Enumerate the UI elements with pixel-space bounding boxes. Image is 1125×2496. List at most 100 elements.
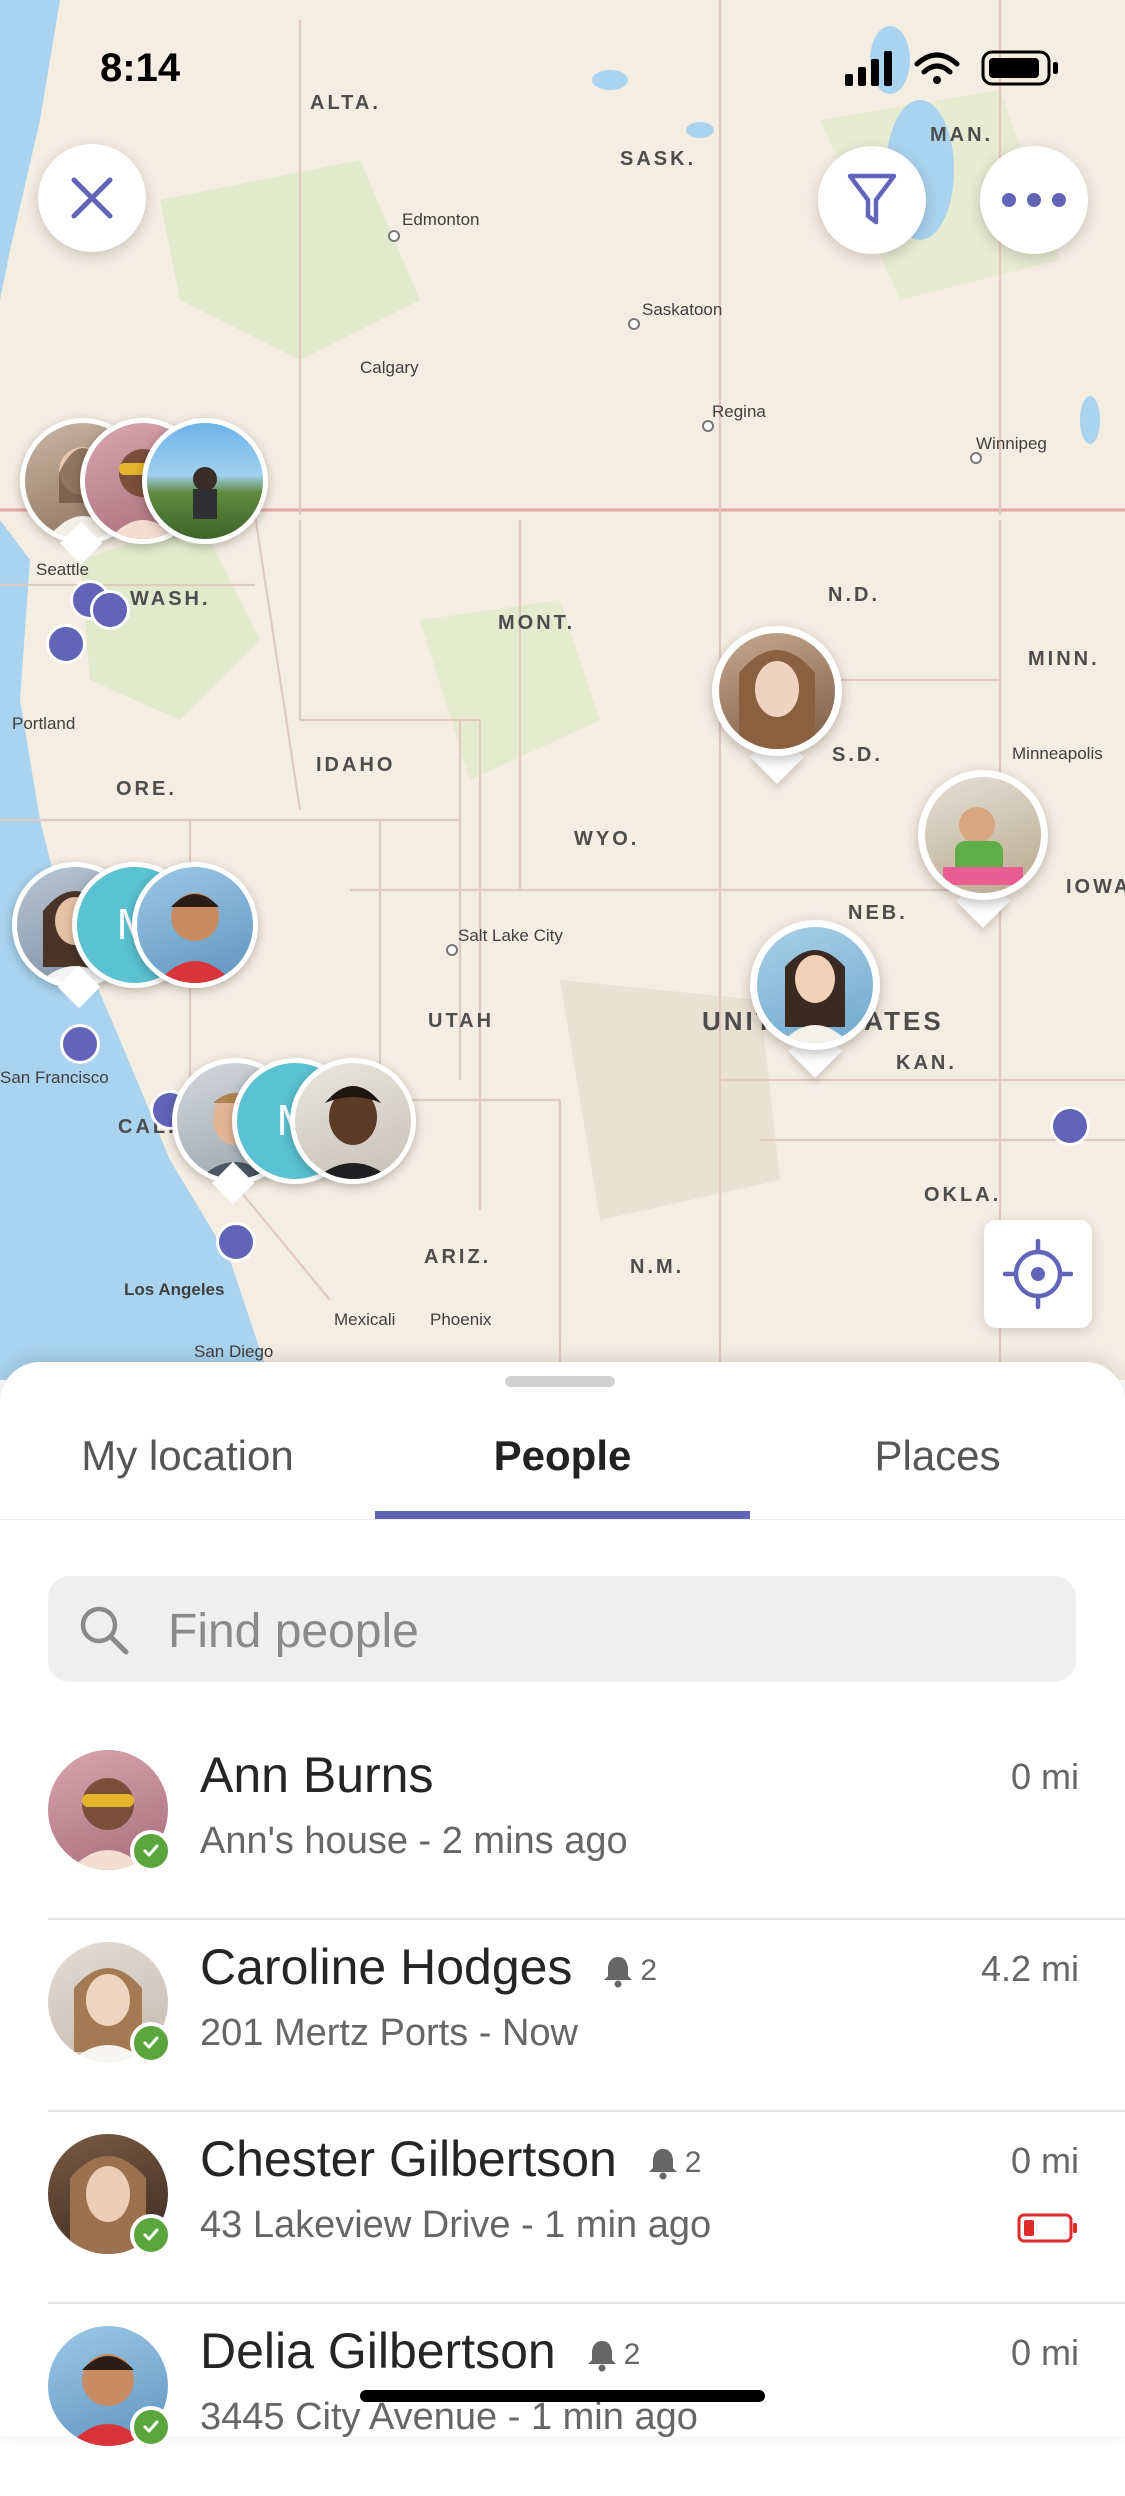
person-distance: 0 mi	[1010, 1756, 1079, 1797]
map-view[interactable]: ALTA. SASK. MAN. WASH. MONT. N.D. MINN. …	[0, 0, 1125, 1380]
sheet-grabber[interactable]	[505, 1376, 615, 1387]
search-placeholder: Find people	[168, 1605, 419, 1658]
location-dot[interactable]	[60, 1024, 100, 1064]
region-label: OKLA.	[924, 1184, 1002, 1206]
region-label: UTAH	[428, 1010, 495, 1032]
status-icons	[845, 50, 1058, 86]
avatar	[719, 633, 835, 749]
city-label: Mexicali	[334, 1310, 396, 1329]
battery-icon	[981, 50, 1058, 86]
locate-icon	[1003, 1239, 1073, 1309]
region-label: ALTA.	[310, 92, 381, 114]
region-label: MAN.	[930, 124, 994, 146]
city-label: Los Angeles	[124, 1280, 225, 1299]
person-name: Ann Burns	[200, 1747, 434, 1803]
alerts-badge: 2	[602, 1954, 657, 1988]
region-label: WYO.	[574, 828, 640, 850]
city-label: Saskatoon	[642, 300, 723, 319]
location-cluster-ca-north[interactable]: M	[12, 862, 272, 1012]
person-pin[interactable]	[712, 626, 842, 784]
avatar	[142, 418, 268, 544]
city-label: Winnipeg	[976, 434, 1047, 453]
location-dot[interactable]	[46, 624, 86, 664]
avatar	[132, 862, 258, 988]
tab-bar: My location People Places	[0, 1432, 1125, 1512]
region-label: ORE.	[116, 778, 177, 800]
available-status-icon	[130, 2406, 172, 2448]
close-button[interactable]	[38, 144, 146, 252]
city-label: Salt Lake City	[458, 926, 563, 945]
person-location-time: 43 Lakeview Drive - 1 min ago	[200, 2204, 712, 2246]
city-marker	[388, 230, 400, 242]
region-label: N.D.	[828, 584, 880, 606]
alerts-badge: 2	[647, 2146, 701, 2180]
bell-icon	[587, 2340, 616, 2372]
person-pin[interactable]	[750, 920, 880, 1078]
filter-icon	[847, 173, 897, 225]
locate-me-button[interactable]	[984, 1220, 1092, 1328]
person-row[interactable]: Ann Burns Ann's house - 2 mins ago 0 mi	[0, 1728, 1125, 1920]
signal-icon	[845, 51, 892, 86]
region-label: KAN.	[896, 1052, 957, 1074]
city-label: Calgary	[360, 358, 419, 377]
bell-icon	[648, 2148, 677, 2180]
active-tab-indicator	[375, 1511, 750, 1519]
person-distance: 0 mi	[1010, 2332, 1079, 2373]
location-dot[interactable]	[216, 1222, 256, 1262]
low-battery-icon	[1017, 2213, 1077, 2243]
tab-my-location[interactable]: My location	[0, 1432, 375, 1480]
city-label: Phoenix	[430, 1310, 492, 1329]
city-label: Portland	[12, 714, 76, 733]
location-dot[interactable]	[90, 590, 130, 630]
region-label: N.M.	[630, 1256, 685, 1278]
available-status-icon	[130, 2022, 172, 2064]
people-sheet: My location People Places Find people An…	[0, 1362, 1125, 2448]
person-row[interactable]: Caroline Hodges 2 201 Mertz Ports - Now …	[0, 1920, 1125, 2112]
city-marker	[628, 318, 640, 330]
region-label: WASH.	[130, 588, 211, 610]
city-label: San Francisco	[0, 1068, 109, 1087]
filter-button[interactable]	[818, 146, 926, 254]
region-label: ARIZ.	[424, 1246, 492, 1268]
region-label: IDAHO	[316, 754, 396, 776]
city-marker	[446, 944, 458, 956]
map-background	[0, 0, 1125, 1380]
more-options-button[interactable]	[980, 146, 1088, 254]
person-name: Chester Gilbertson 2	[200, 2131, 702, 2187]
bell-icon	[604, 1956, 633, 1988]
city-label: San Diego	[194, 1342, 274, 1361]
divider	[0, 1519, 1125, 1520]
region-label: MINN.	[1028, 648, 1100, 670]
available-status-icon	[130, 2214, 172, 2256]
region-label: IOWA	[1066, 876, 1125, 898]
city-label: Regina	[712, 402, 766, 421]
city-label: Edmonton	[402, 210, 480, 229]
tab-people[interactable]: People	[375, 1432, 750, 1480]
person-row[interactable]: Chester Gilbertson 2 43 Lakeview Drive -…	[0, 2112, 1125, 2304]
person-pin[interactable]	[918, 770, 1048, 928]
status-time: 8:14	[100, 46, 181, 90]
region-label: MONT.	[498, 612, 576, 634]
avatar	[925, 777, 1041, 893]
person-name: Caroline Hodges 2	[200, 1939, 658, 1995]
avatar	[290, 1058, 416, 1184]
location-cluster-ca-south[interactable]: M	[172, 1058, 432, 1208]
person-location-time: Ann's house - 2 mins ago	[200, 1820, 628, 1862]
search-icon	[80, 1606, 129, 1655]
search-input[interactable]: Find people	[48, 1576, 1076, 1682]
alerts-badge: 2	[586, 2338, 640, 2372]
city-label: Minneapolis	[1012, 744, 1103, 763]
person-distance: 0 mi	[1010, 2140, 1079, 2181]
person-location-time: 3445 City Avenue - 1 min ago	[200, 2396, 698, 2438]
region-label: SASK.	[620, 148, 697, 170]
home-indicator[interactable]	[360, 2390, 765, 2402]
tab-places[interactable]: Places	[750, 1432, 1125, 1480]
person-location-time: 201 Mertz Ports - Now	[200, 2012, 578, 2054]
person-name: Delia Gilbertson 2	[200, 2323, 641, 2379]
location-dot[interactable]	[1050, 1106, 1090, 1146]
location-cluster-seattle[interactable]	[20, 418, 280, 568]
avatar	[757, 927, 873, 1043]
available-status-icon	[130, 1830, 172, 1872]
more-icon	[1002, 193, 1066, 207]
wifi-icon	[914, 52, 960, 84]
